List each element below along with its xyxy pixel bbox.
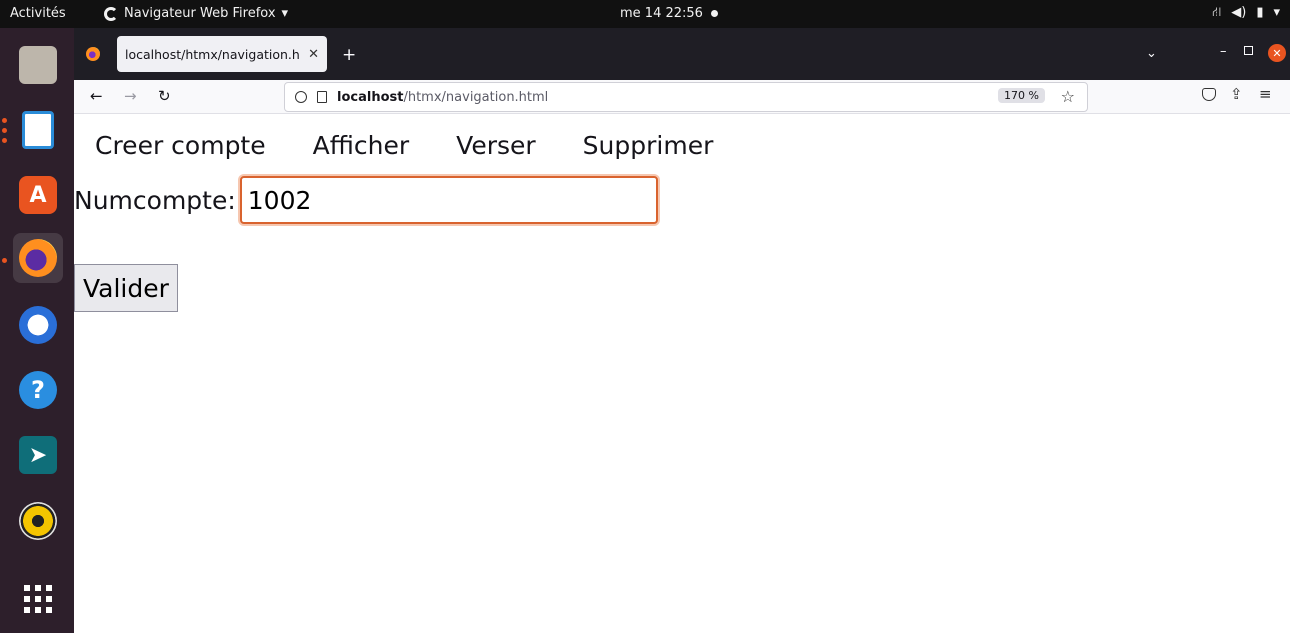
firefox-icon [104, 6, 118, 21]
nav-link-afficher[interactable]: Afficher [313, 131, 410, 160]
nav-bar: ← → ↻ localhost /htmx/navigation.html 17… [74, 80, 1290, 114]
activities-button[interactable]: Activités [10, 6, 66, 21]
help-icon: ? [19, 371, 57, 409]
page-content: Creer compte Afficher Verser Supprimer N… [74, 115, 1290, 633]
apps-grid-icon [24, 585, 52, 613]
firefox-icon [19, 239, 57, 277]
tab-title: localhost/htmx/navigation.h [125, 46, 300, 62]
zoom-badge[interactable]: 170 % [998, 88, 1045, 103]
dock-files[interactable] [13, 40, 63, 90]
app-menu-label: Navigateur Web Firefox [124, 6, 276, 21]
network-icon: ⛙ [1212, 5, 1222, 20]
tray-menu-icon: ▾ [1273, 5, 1280, 20]
tab-strip: localhost/htmx/navigation.h ✕ + ⌄ – ✕ [74, 28, 1290, 80]
running-indicator-icon [2, 118, 7, 123]
notification-dot-icon [710, 10, 718, 17]
dock-libreoffice-writer[interactable] [13, 105, 63, 155]
writer-icon [22, 111, 54, 149]
reload-icon[interactable]: ↻ [158, 87, 171, 105]
back-icon[interactable]: ← [90, 87, 103, 105]
dock: A ? ➤ [0, 28, 74, 633]
volume-icon: ◀) [1231, 5, 1247, 20]
nav-link-creer-compte[interactable]: Creer compte [95, 131, 266, 160]
clock[interactable]: me 14 22:56 [620, 6, 718, 21]
running-indicator-icon [2, 138, 7, 143]
numcompte-row: Numcompte: [74, 176, 658, 224]
tracking-protection-icon[interactable] [295, 91, 307, 103]
firefox-view-icon[interactable] [86, 47, 100, 61]
clock-label: me 14 22:56 [620, 6, 703, 21]
running-indicator-icon [2, 258, 7, 263]
caret-down-icon: ▾ [281, 6, 289, 21]
thunderbird-icon [19, 306, 57, 344]
dock-firefox[interactable] [13, 233, 63, 283]
dock-rhythmbox[interactable] [13, 496, 63, 546]
valider-button[interactable]: Valider [74, 264, 178, 312]
dock-help[interactable]: ? [13, 365, 63, 415]
share-icon[interactable]: ⇪ [1230, 85, 1243, 103]
page-info-icon[interactable] [317, 91, 327, 103]
snap-store-icon: ➤ [19, 436, 57, 474]
system-top-bar: Activités Navigateur Web Firefox ▾ me 14… [0, 0, 1290, 28]
store-icon: A [19, 176, 57, 214]
dock-snap-store[interactable]: ➤ [13, 430, 63, 480]
numcompte-input[interactable] [239, 176, 658, 224]
close-tab-icon[interactable]: ✕ [308, 47, 319, 62]
files-icon [19, 46, 57, 84]
hamburger-menu-icon[interactable]: ≡ [1259, 85, 1272, 103]
dock-thunderbird[interactable] [13, 300, 63, 350]
url-host: localhost [337, 89, 404, 105]
battery-icon: ▮ [1256, 5, 1264, 20]
numcompte-label: Numcompte: [74, 185, 236, 215]
url-bar[interactable]: localhost /htmx/navigation.html 170 % ☆ [284, 82, 1088, 112]
app-menu[interactable]: Navigateur Web Firefox ▾ [104, 6, 288, 21]
running-indicator-icon [2, 128, 7, 133]
bookmark-star-icon[interactable]: ☆ [1061, 87, 1075, 106]
close-window-icon[interactable]: ✕ [1268, 44, 1286, 62]
minimize-icon[interactable]: – [1220, 44, 1227, 59]
forward-icon[interactable]: → [124, 87, 137, 105]
list-all-tabs-icon[interactable]: ⌄ [1146, 46, 1157, 61]
show-applications-button[interactable] [13, 574, 63, 624]
page-nav: Creer compte Afficher Verser Supprimer [95, 131, 760, 160]
nav-link-verser[interactable]: Verser [456, 131, 536, 160]
dock-software-store[interactable]: A [13, 170, 63, 220]
new-tab-icon[interactable]: + [342, 45, 356, 65]
nav-link-supprimer[interactable]: Supprimer [583, 131, 714, 160]
rhythmbox-icon [19, 502, 57, 540]
maximize-icon[interactable] [1244, 46, 1253, 55]
tab-navigation[interactable]: localhost/htmx/navigation.h ✕ [117, 36, 327, 72]
system-tray[interactable]: ⛙ ◀) ▮ ▾ [1212, 5, 1280, 22]
pocket-icon[interactable] [1202, 88, 1216, 101]
url-path: /htmx/navigation.html [403, 89, 549, 105]
